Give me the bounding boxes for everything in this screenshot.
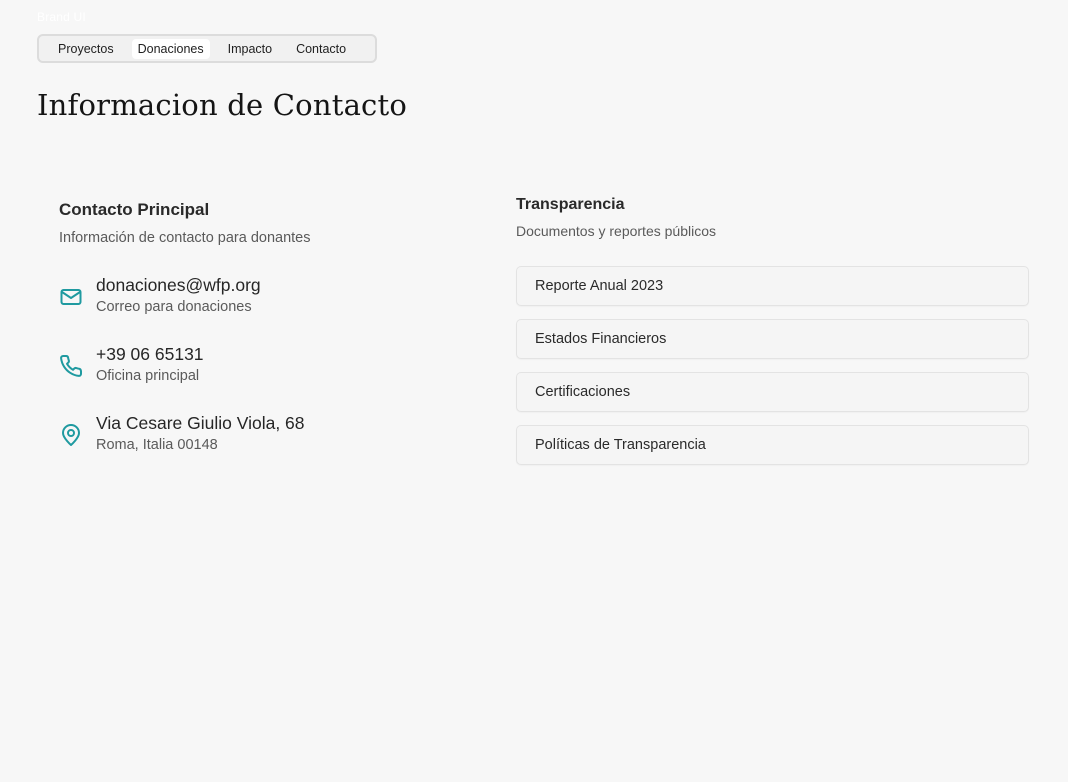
tab-contacto[interactable]: Contacto <box>290 39 352 59</box>
contact-item-address: Via Cesare Giulio Viola, 68 Roma, Italia… <box>59 412 479 481</box>
contact-item-phone: +39 06 65131 Oficina principal <box>59 343 479 412</box>
email-value[interactable]: donaciones@wfp.org <box>96 274 261 296</box>
contact-item-email: donaciones@wfp.org Correo para donacione… <box>59 274 479 343</box>
contact-list: donaciones@wfp.org Correo para donacione… <box>59 274 479 481</box>
transparency-subtitle: Documentos y reportes públicos <box>516 223 716 239</box>
phone-description: Oficina principal <box>96 368 200 384</box>
address-city: Roma, Italia 00148 <box>96 437 218 453</box>
document-financial-statements[interactable]: Estados Financieros <box>516 319 1029 359</box>
document-annual-report[interactable]: Reporte Anual 2023 <box>516 266 1029 306</box>
phone-icon <box>60 354 83 377</box>
brand-text: Brand UI <box>37 10 86 24</box>
tab-bar: Proyectos Donaciones Impacto Contacto <box>37 34 377 63</box>
tab-proyectos[interactable]: Proyectos <box>52 39 120 59</box>
document-list: Reporte Anual 2023 Estados Financieros C… <box>516 266 1029 465</box>
contact-subtitle: Información de contacto para donantes <box>59 230 311 246</box>
transparency-heading: Transparencia <box>516 196 625 213</box>
tab-donaciones[interactable]: Donaciones <box>131 38 210 59</box>
mail-icon <box>60 289 82 305</box>
document-transparency-policies[interactable]: Políticas de Transparencia <box>516 425 1029 465</box>
email-description: Correo para donaciones <box>96 299 252 315</box>
tab-impacto[interactable]: Impacto <box>222 39 278 59</box>
transparency-card: Transparencia Documentos y reportes públ… <box>516 196 1029 478</box>
map-pin-icon <box>62 424 80 446</box>
contact-heading: Contacto Principal <box>59 200 210 219</box>
page-title: Informacion de Contacto <box>37 88 408 122</box>
document-certifications[interactable]: Certificaciones <box>516 372 1029 412</box>
contact-card: Contacto Principal Información de contac… <box>59 200 479 481</box>
address-value: Via Cesare Giulio Viola, 68 <box>96 413 305 433</box>
phone-value[interactable]: +39 06 65131 <box>96 343 204 365</box>
